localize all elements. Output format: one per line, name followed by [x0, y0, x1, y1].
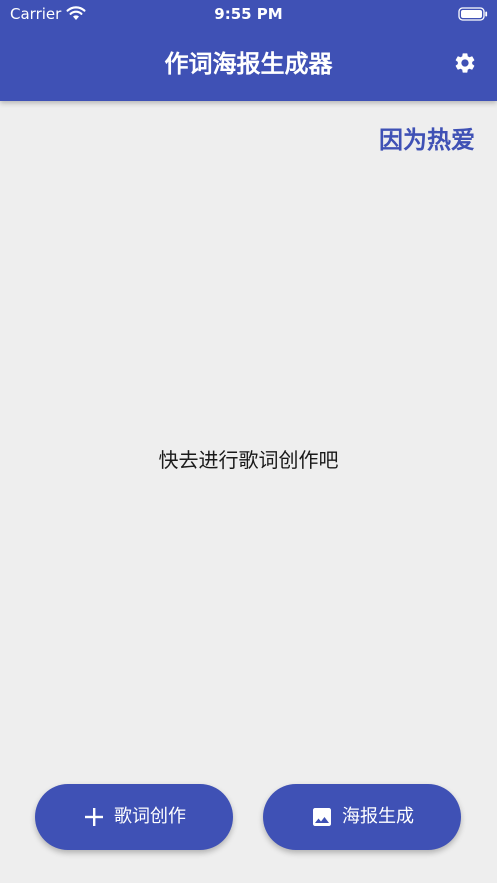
page-title: 作词海报生成器 — [164, 50, 333, 78]
generate-poster-label: 海报生成 — [342, 806, 414, 827]
plus-icon — [82, 805, 106, 829]
image-icon — [310, 805, 334, 829]
app-bar: Carrier 9:55 PM 作词海报生成器 — [0, 0, 497, 101]
create-lyrics-button[interactable]: 歌词创作 — [35, 784, 233, 850]
status-bar: Carrier 9:55 PM — [0, 0, 497, 28]
settings-button[interactable] — [448, 48, 482, 82]
battery-icon — [458, 6, 488, 21]
empty-state-message: 快去进行歌词创作吧 — [158, 448, 339, 472]
gear-icon — [453, 51, 477, 79]
status-time: 9:55 PM — [214, 5, 283, 23]
slogan-text: 因为热爱 — [379, 126, 475, 154]
create-lyrics-label: 歌词创作 — [114, 806, 186, 827]
generate-poster-button[interactable]: 海报生成 — [263, 784, 461, 850]
